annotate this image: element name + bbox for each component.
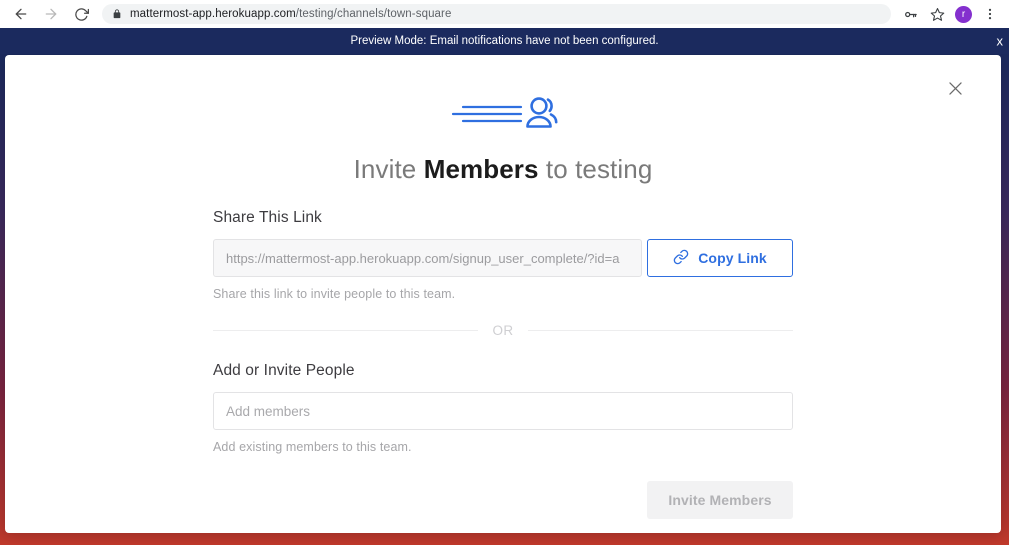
add-members-placeholder: Add members	[226, 403, 311, 419]
url-host: mattermost-app.herokuapp.com	[130, 8, 296, 20]
share-link-input[interactable]: https://mattermost-app.herokuapp.com/sig…	[213, 239, 642, 277]
invite-members-button[interactable]: Invite Members	[647, 481, 793, 519]
share-link-row: https://mattermost-app.herokuapp.com/sig…	[213, 239, 793, 277]
browser-toolbar: mattermost-app.herokuapp.com/testing/cha…	[0, 0, 1009, 28]
page-title: Invite Members to testing	[354, 154, 653, 185]
divider-line-left	[213, 330, 479, 331]
browser-action-icons: r	[901, 5, 1001, 23]
avatar[interactable]: r	[955, 5, 972, 23]
banner-close-button[interactable]: x	[997, 35, 1004, 48]
url-path: /testing/channels/town-square	[295, 8, 452, 20]
divider-line-right	[527, 330, 793, 331]
forward-arrow-icon[interactable]	[38, 1, 64, 27]
address-bar[interactable]: mattermost-app.herokuapp.com/testing/cha…	[102, 4, 891, 24]
preview-mode-banner: Preview Mode: Email notifications have n…	[0, 28, 1009, 54]
share-link-label: Share This Link	[213, 209, 322, 226]
share-link-value: https://mattermost-app.herokuapp.com/sig…	[226, 250, 620, 266]
modal-content: Share This Link https://mattermost-app.h…	[213, 209, 793, 519]
divider-label: OR	[492, 323, 514, 338]
url-text: mattermost-app.herokuapp.com/testing/cha…	[130, 8, 451, 20]
back-arrow-icon[interactable]	[8, 1, 34, 27]
close-icon[interactable]	[942, 75, 968, 101]
share-link-helper: Share this link to invite people to this…	[213, 287, 456, 301]
star-icon[interactable]	[928, 5, 946, 23]
copy-link-button[interactable]: Copy Link	[647, 239, 793, 277]
three-dot-menu-icon[interactable]	[981, 5, 999, 23]
modal-body: Invite Members to testing Share This Lin…	[5, 55, 1001, 519]
lock-icon	[112, 8, 122, 20]
add-members-helper: Add existing members to this team.	[213, 440, 412, 454]
invite-members-modal: Invite Members to testing Share This Lin…	[5, 55, 1001, 533]
title-bold: Members	[423, 154, 539, 184]
reload-icon[interactable]	[68, 1, 94, 27]
preview-banner-message: Preview Mode: Email notifications have n…	[350, 35, 659, 47]
modal-footer: Invite Members	[213, 481, 793, 519]
title-suffix: to testing	[538, 154, 653, 184]
invite-members-icon	[447, 93, 559, 140]
link-chain-icon	[673, 249, 689, 268]
copy-link-label: Copy Link	[698, 250, 767, 266]
title-prefix: Invite	[353, 154, 424, 184]
key-icon[interactable]	[901, 5, 919, 23]
add-members-input[interactable]: Add members	[213, 392, 793, 430]
or-divider: OR	[213, 323, 793, 338]
add-people-label: Add or Invite People	[213, 362, 355, 379]
